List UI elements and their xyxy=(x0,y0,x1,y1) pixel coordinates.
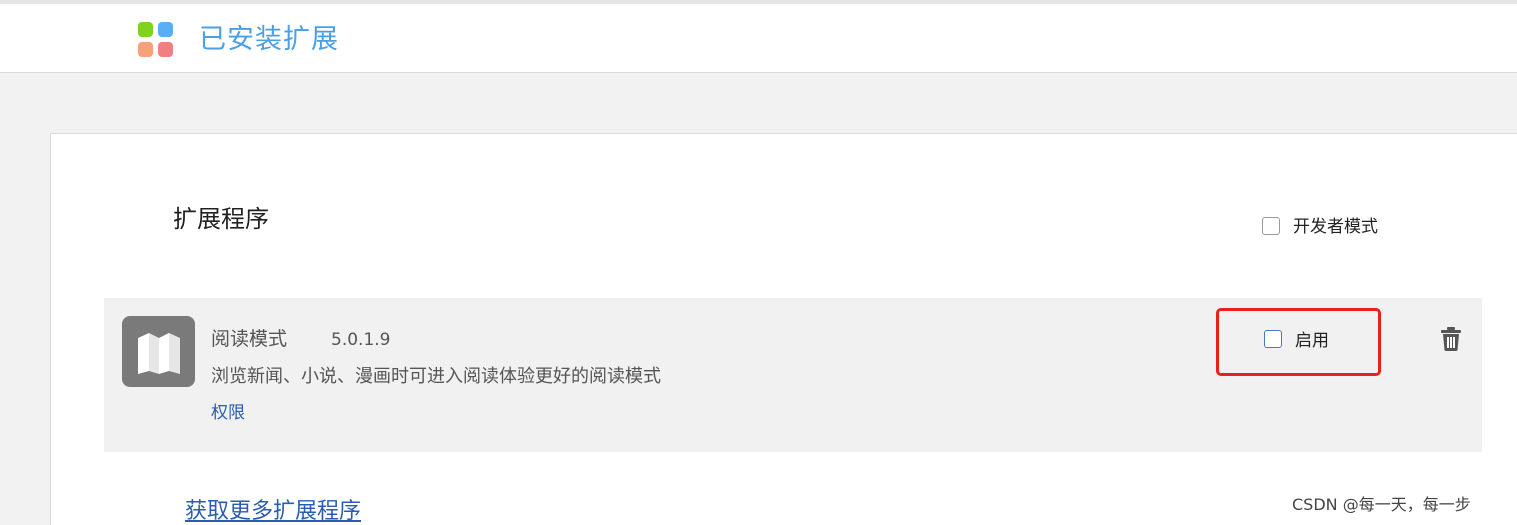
developer-mode-toggle[interactable]: 开发者模式 xyxy=(1262,214,1402,240)
permissions-link[interactable]: 权限 xyxy=(211,401,245,425)
enable-checkbox[interactable] xyxy=(1264,330,1282,348)
header: 已安装扩展 xyxy=(0,4,1517,73)
enable-label: 启用 xyxy=(1295,331,1329,351)
app-logo-icon xyxy=(138,22,174,58)
logo-square-orange xyxy=(138,42,153,57)
extensions-page: 已安装扩展 扩展程序 开发者模式 阅读模式 5.0.1.9 浏览新闻、小说、漫画… xyxy=(0,0,1517,525)
extension-version: 5.0.1.9 xyxy=(331,330,391,350)
extensions-card: 扩展程序 开发者模式 阅读模式 5.0.1.9 浏览新闻、小说、漫画时可进入阅读… xyxy=(50,133,1517,525)
get-more-extensions-link[interactable]: 获取更多扩展程序 xyxy=(185,496,361,525)
developer-mode-checkbox[interactable] xyxy=(1262,217,1280,235)
section-title: 扩展程序 xyxy=(173,205,269,233)
page-title: 已安装扩展 xyxy=(199,24,339,55)
extension-name: 阅读模式 xyxy=(211,328,288,350)
watermark: CSDN @每一天，每一步 xyxy=(1290,494,1473,516)
logo-square-blue xyxy=(158,22,173,37)
developer-mode-label: 开发者模式 xyxy=(1293,217,1378,237)
trash-icon[interactable] xyxy=(1440,326,1462,352)
extension-description: 浏览新闻、小说、漫画时可进入阅读体验更好的阅读模式 xyxy=(211,366,661,387)
logo-square-red xyxy=(158,42,173,57)
extension-item: 阅读模式 5.0.1.9 浏览新闻、小说、漫画时可进入阅读体验更好的阅读模式 权… xyxy=(104,298,1482,452)
book-icon xyxy=(122,316,195,387)
logo-square-green xyxy=(138,22,153,37)
enable-toggle[interactable]: 启用 xyxy=(1264,328,1344,354)
highlight-box: 启用 xyxy=(1216,308,1381,376)
